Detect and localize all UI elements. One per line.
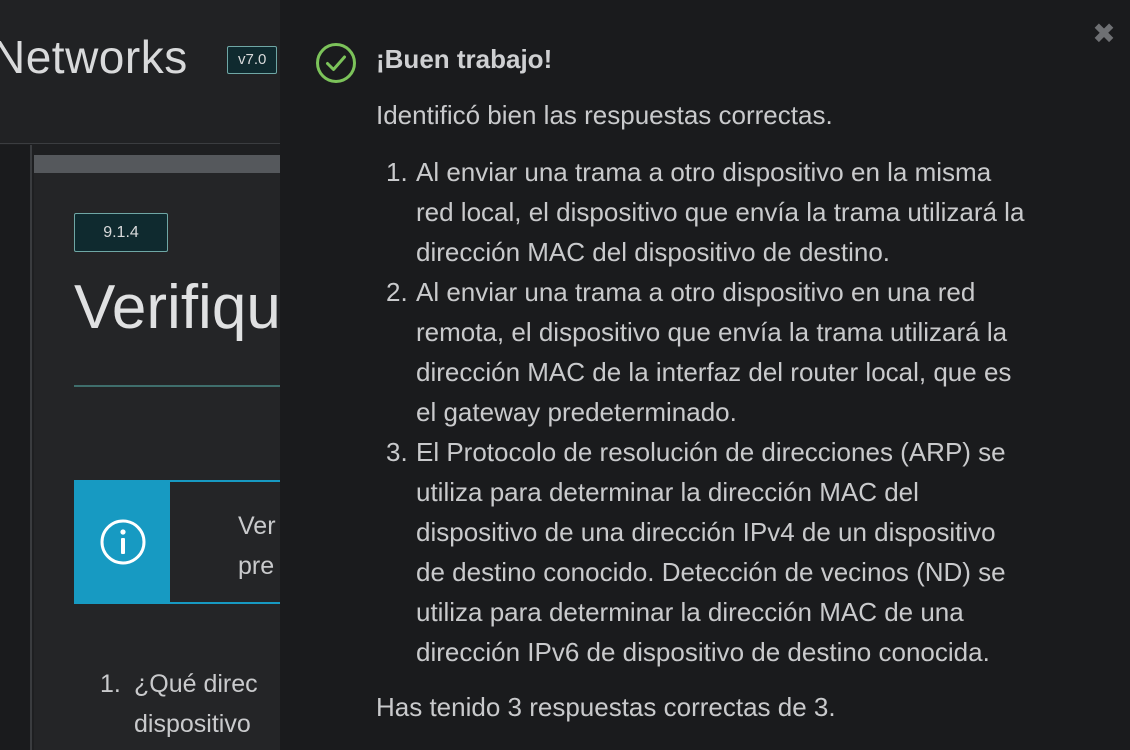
close-icon: ✖: [1092, 18, 1116, 49]
answer-line: Al enviar una trama a otro dispositivo e…: [416, 157, 992, 187]
answer-number: 2.: [386, 277, 408, 307]
info-icon: [100, 519, 146, 565]
answer-line: utiliza para determinar la dirección MAC…: [416, 477, 919, 507]
answer-line: El Protocolo de resolución de direccione…: [416, 437, 1006, 467]
section-heading: Verifiqu: [74, 273, 281, 342]
answer-line: el gateway predeterminado.: [416, 397, 737, 427]
answer-line: dirección MAC de la interfaz del router …: [416, 357, 1012, 387]
question-item: 1. ¿Qué direc dispositivo: [100, 664, 258, 744]
answer-list: 1. Al enviar una trama a otro dispositiv…: [376, 152, 1096, 672]
section-number-badge: 9.1.4: [74, 213, 168, 252]
question-line: dispositivo: [134, 710, 251, 738]
feedback-title: ¡Buen trabajo!: [376, 44, 553, 74]
info-text-line: pre: [238, 552, 275, 580]
answer-line: dirección MAC del dispositivo de destino…: [416, 237, 891, 267]
check-circle-icon: [316, 43, 356, 83]
answer-line: dispositivo de una dirección IPv4 de un …: [416, 517, 996, 547]
answer-line: Al enviar una trama a otro dispositivo e…: [416, 277, 976, 307]
answer-number: 3.: [386, 437, 408, 467]
answer-number: 1.: [386, 157, 408, 187]
course-title: Networks: [0, 31, 188, 83]
answer-line: de destino conocido. Detección de vecino…: [416, 557, 1006, 587]
answer-line: red local, el dispositivo que envía la t…: [416, 197, 1025, 227]
close-button[interactable]: ✖: [1090, 20, 1118, 48]
info-text-line: Ver: [238, 512, 276, 540]
answer-line: remota, el dispositivo que envía la tram…: [416, 317, 1008, 347]
answer-item: 3. El Protocolo de resolución de direcci…: [376, 432, 1096, 672]
left-rail: [0, 145, 32, 750]
answer-item: 1. Al enviar una trama a otro dispositiv…: [376, 152, 1096, 272]
answer-item: 2. Al enviar una trama a otro dispositiv…: [376, 272, 1096, 432]
feedback-intro: Identificó bien las respuestas correctas…: [376, 100, 833, 130]
answer-line: utiliza para determinar la dirección MAC…: [416, 597, 964, 627]
answer-line: dirección IPv6 de dispositivo de destino…: [416, 637, 990, 667]
feedback-score: Has tenido 3 respuestas correctas de 3.: [376, 692, 836, 722]
question-line: ¿Qué direc: [134, 670, 258, 698]
question-number: 1.: [100, 670, 121, 698]
info-text: Ver pre: [238, 506, 276, 586]
feedback-panel: ✖ ¡Buen trabajo! Identificó bien las res…: [280, 0, 1130, 750]
info-icon-cell: [76, 482, 170, 602]
version-badge: v7.0: [227, 46, 278, 74]
